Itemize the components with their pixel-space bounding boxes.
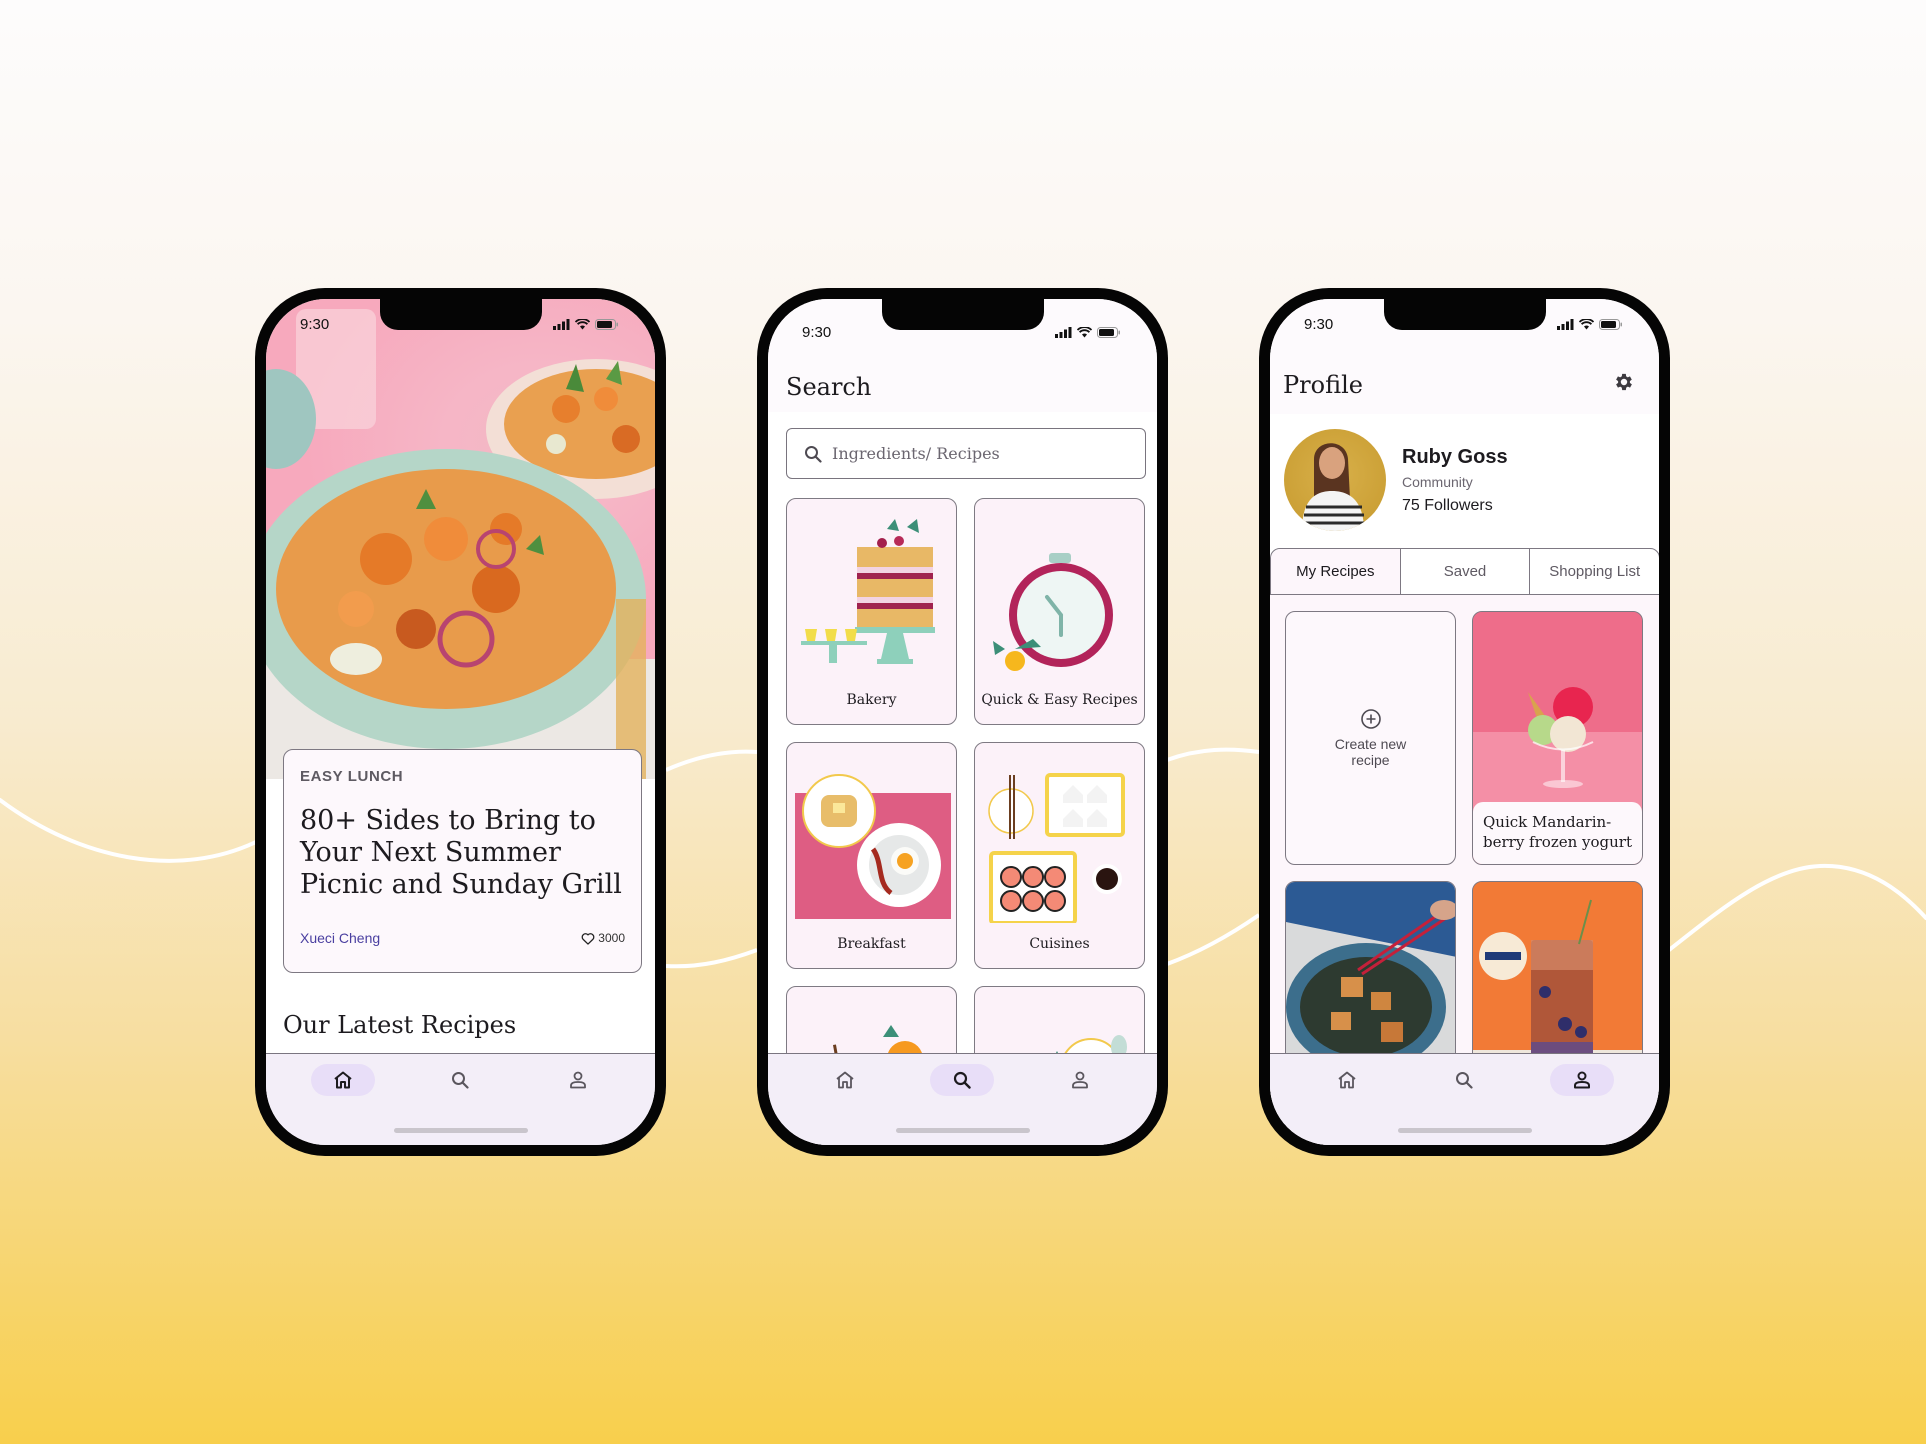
- nav-home[interactable]: [813, 1064, 877, 1096]
- nav-profile[interactable]: [1048, 1064, 1112, 1096]
- signal-icon: [1055, 326, 1072, 338]
- category-label: Breakfast: [837, 936, 906, 952]
- category-card-cuisines[interactable]: Cuisines: [974, 742, 1145, 969]
- avatar-photo: [1302, 443, 1365, 531]
- search-icon: [1456, 1072, 1474, 1089]
- wifi-icon: [575, 318, 590, 329]
- person-icon: [1574, 1071, 1591, 1089]
- nav-profile[interactable]: [1550, 1064, 1615, 1096]
- profile-tabs: My Recipes Saved Shopping List: [1270, 548, 1659, 595]
- battery-icon: [595, 318, 618, 330]
- cuisines-illustration: [988, 773, 1125, 923]
- nav-profile[interactable]: [546, 1064, 610, 1096]
- tab-shopping-list[interactable]: Shopping List: [1530, 549, 1659, 594]
- page-title: Search: [786, 373, 872, 401]
- featured-recipe-title[interactable]: 80+ Sides to Bring to Your Next Summer P…: [300, 805, 625, 901]
- home-icon: [836, 1071, 854, 1089]
- home-icon: [1338, 1071, 1356, 1089]
- home-icon: [334, 1071, 352, 1089]
- person-icon: [1072, 1071, 1089, 1089]
- featured-recipe-card[interactable]: EASY LUNCH 80+ Sides to Bring to Your Ne…: [283, 749, 642, 973]
- page-title: Profile: [1283, 371, 1363, 399]
- category-label: Bakery: [846, 692, 897, 708]
- hero-food-illustration: [266, 309, 655, 779]
- category-card-bakery[interactable]: Bakery: [786, 498, 957, 725]
- search-input[interactable]: [832, 444, 1132, 463]
- bottom-nav: [1270, 1053, 1659, 1145]
- bottom-nav: [768, 1053, 1157, 1145]
- section-title: Our Latest Recipes: [283, 1011, 517, 1039]
- search-icon: [954, 1071, 972, 1089]
- signal-icon: [1557, 318, 1574, 330]
- heart-outline-icon: [581, 932, 595, 945]
- home-indicator: [1397, 1128, 1532, 1133]
- status-time: 9:30: [802, 323, 832, 341]
- status-time: 9:30: [1304, 315, 1334, 333]
- category-grid: Bakery Quick & Easy Recipes Breakfast Cu…: [786, 498, 1146, 1145]
- wifi-icon: [1077, 326, 1092, 337]
- search-screen: 9:30 Search Ingredients/ Recipes Bakery …: [768, 299, 1157, 1145]
- user-name: Ruby Goss: [1402, 445, 1508, 468]
- nav-search[interactable]: [1432, 1064, 1496, 1096]
- person-icon: [570, 1071, 587, 1089]
- recipe-caption: Quick Mandarin-berry frozen yogurt: [1473, 802, 1642, 864]
- followers-count[interactable]: 75 Followers: [1402, 497, 1508, 515]
- tab-my-recipes[interactable]: My Recipes: [1271, 549, 1401, 594]
- category-label: Quick & Easy Recipes: [981, 692, 1138, 708]
- notch: [1383, 299, 1546, 330]
- profile-header: Ruby Goss Community 75 Followers: [1284, 429, 1508, 531]
- nav-home[interactable]: [1315, 1064, 1379, 1096]
- category-card-quick-easy[interactable]: Quick & Easy Recipes: [974, 498, 1145, 725]
- create-recipe-card[interactable]: Create new recipe: [1285, 611, 1456, 865]
- search-icon: [452, 1072, 470, 1089]
- bakery-illustration: [801, 519, 935, 664]
- notch: [881, 299, 1044, 330]
- signal-icon: [553, 318, 570, 330]
- battery-icon: [1097, 326, 1120, 338]
- phone-search: 9:30 Search Ingredients/ Recipes Bakery …: [757, 288, 1168, 1156]
- search-icon: [805, 445, 822, 463]
- status-time: 9:30: [300, 315, 330, 333]
- create-recipe-label: Create new recipe: [1334, 736, 1407, 768]
- category-label: Cuisines: [1029, 936, 1090, 952]
- recipe-card[interactable]: Quick Mandarin-berry frozen yogurt: [1472, 611, 1643, 865]
- notch: [379, 299, 542, 330]
- category-card-breakfast[interactable]: Breakfast: [786, 742, 957, 969]
- home-screen: 9:30 EASY LUNCH 80+ Sides to Bring to Yo…: [266, 299, 655, 1145]
- nav-search[interactable]: [930, 1064, 995, 1096]
- add-circle-icon: [1360, 709, 1381, 729]
- phone-profile: 9:30 Profile Ruby Goss Community 75 Foll…: [1259, 288, 1670, 1156]
- avatar[interactable]: [1284, 429, 1386, 531]
- nav-home[interactable]: [310, 1064, 375, 1096]
- author-link[interactable]: Xueci Cheng: [300, 930, 380, 946]
- settings-button[interactable]: [1613, 371, 1635, 398]
- search-field[interactable]: [786, 428, 1146, 479]
- gear-icon: [1616, 373, 1632, 391]
- nav-search[interactable]: [428, 1064, 492, 1096]
- stopwatch-illustration: [993, 553, 1113, 671]
- battery-icon: [1599, 318, 1622, 330]
- user-role: Community: [1402, 473, 1473, 490]
- tab-saved[interactable]: Saved: [1401, 549, 1531, 594]
- home-indicator: [393, 1128, 528, 1133]
- phone-home: 9:30 EASY LUNCH 80+ Sides to Bring to Yo…: [255, 288, 666, 1156]
- wifi-icon: [1579, 318, 1594, 329]
- like-count: 3000: [598, 931, 625, 945]
- home-indicator: [895, 1128, 1030, 1133]
- profile-screen: 9:30 Profile Ruby Goss Community 75 Foll…: [1270, 299, 1659, 1145]
- bottom-nav: [266, 1053, 655, 1145]
- like-button[interactable]: 3000: [581, 931, 625, 945]
- breakfast-illustration: [795, 774, 951, 919]
- recipe-tag: EASY LUNCH: [300, 768, 404, 785]
- hero-image[interactable]: [266, 299, 655, 779]
